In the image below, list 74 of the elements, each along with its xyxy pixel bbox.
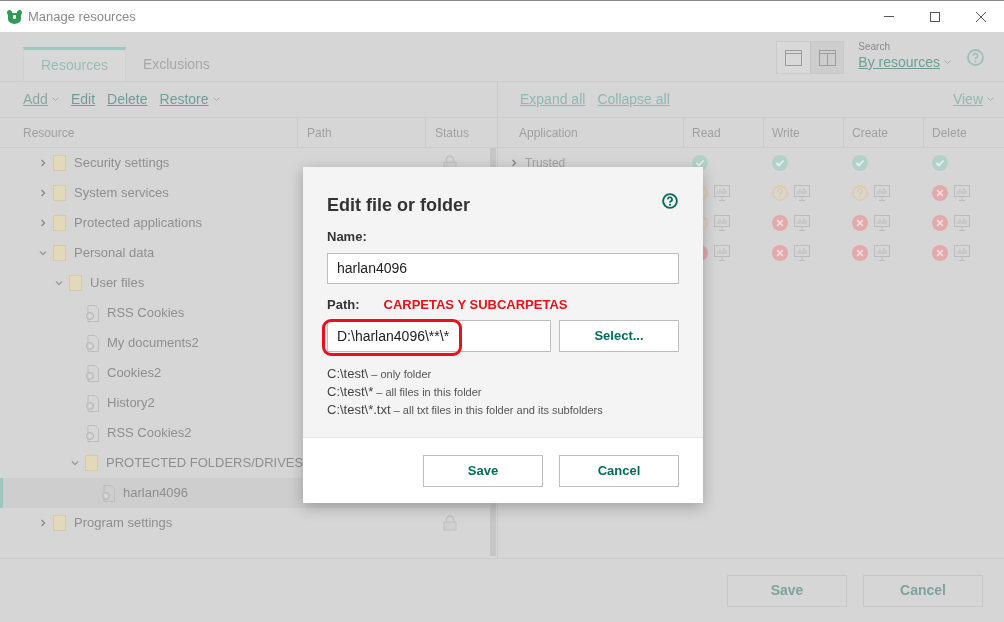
- name-label: Name:: [327, 228, 368, 246]
- tree-item-label: Cookies2: [107, 364, 162, 383]
- name-field[interactable]: harlan4096: [327, 252, 679, 284]
- tree-item-label: Security settings: [74, 154, 170, 173]
- chevron-right-icon[interactable]: [39, 189, 47, 197]
- search-mode-link[interactable]: By resources: [858, 51, 951, 73]
- tree-item-label: User files: [90, 274, 145, 293]
- tree-item-label: RSS Cookies: [107, 304, 185, 323]
- bear-logo-icon: [7, 9, 22, 24]
- gear-file-icon: [85, 364, 99, 382]
- folder-icon: [69, 275, 82, 291]
- chevron-down-icon[interactable]: [39, 249, 47, 257]
- chevron-right-icon[interactable]: [39, 219, 47, 227]
- chevron-down-icon[interactable]: [71, 459, 79, 467]
- window-icon: [785, 49, 803, 66]
- cancel-button[interactable]: Cancel: [863, 574, 983, 607]
- minimize-icon: [884, 16, 894, 17]
- toolbar-link[interactable]: Delete: [107, 89, 148, 110]
- tree-item-label: System services: [74, 184, 169, 203]
- toolbar-link[interactable]: Restore: [159, 89, 220, 110]
- annotation-text: CARPETAS Y SUBCARPETAS: [383, 295, 568, 314]
- gear-file-icon: [85, 334, 99, 352]
- path-label: Path:: [327, 295, 360, 314]
- toolbar-link[interactable]: Edit: [70, 89, 96, 110]
- caret-icon: [987, 97, 994, 102]
- tree-item-label: My documents2: [107, 334, 199, 353]
- path-hint: C:\test\*.txt – all txt files in this folder and its subfolders: [327, 402, 604, 418]
- toolbar-link[interactable]: Expand all: [520, 89, 586, 110]
- folder-icon: [53, 185, 66, 201]
- path-hint: C:\test\* – all files in this folder: [327, 384, 483, 400]
- folder-icon: [53, 515, 66, 531]
- folder-icon: [53, 215, 66, 231]
- folder-icon: [53, 155, 66, 171]
- gear-file-icon: [85, 304, 99, 322]
- caret-icon: [944, 59, 951, 65]
- caret-icon: [51, 97, 59, 102]
- caret-icon: [212, 97, 220, 102]
- split-window-icon: [818, 49, 836, 66]
- tree-item-label: History2: [107, 394, 155, 413]
- folder-icon: [53, 245, 66, 261]
- save-button[interactable]: Save: [423, 454, 543, 487]
- chevron-down-icon[interactable]: [55, 279, 63, 287]
- maximize-icon: [930, 11, 940, 22]
- toolbar-link[interactable]: Collapse all: [597, 89, 670, 110]
- tree-row[interactable]: RSS Cookies2: [0, 418, 490, 448]
- save-button[interactable]: Save: [727, 574, 847, 607]
- path-hint: C:\test\ – only folder: [327, 366, 433, 382]
- path-field[interactable]: D:\harlan4096\**\*: [327, 320, 551, 352]
- close-icon: [976, 11, 986, 22]
- tree-item-label: PROTECTED FOLDERS/DRIVES: [106, 454, 304, 473]
- tree-item-label: Personal data: [74, 244, 155, 263]
- select-button[interactable]: Select...: [559, 320, 679, 352]
- help-icon[interactable]: [662, 192, 678, 209]
- lock-icon: [443, 515, 457, 531]
- tree-item-label: Program settings: [74, 514, 173, 533]
- dialog-title: Edit file or folder: [327, 194, 470, 217]
- gear-file-icon: [101, 484, 115, 502]
- gear-file-icon: [85, 394, 99, 412]
- view-mode-button[interactable]: [810, 42, 844, 73]
- chevron-right-icon[interactable]: [39, 519, 47, 527]
- search-label: Search: [858, 40, 891, 52]
- window-title: Manage resources: [28, 7, 136, 26]
- tree-row[interactable]: Security settings: [0, 148, 490, 178]
- tree-item-label: harlan4096: [123, 484, 189, 503]
- chevron-right-icon[interactable]: [510, 159, 518, 167]
- tab[interactable]: Resources: [23, 47, 126, 81]
- tree-item-label: Protected applications: [74, 214, 202, 233]
- tree-item-label: RSS Cookies2: [107, 424, 192, 443]
- folder-icon: [85, 455, 98, 471]
- chevron-right-icon[interactable]: [39, 159, 47, 167]
- gear-file-icon: [85, 424, 99, 442]
- view-menu-link[interactable]: View: [952, 89, 994, 110]
- cancel-button[interactable]: Cancel: [559, 454, 679, 487]
- tree-row[interactable]: Program settings: [0, 508, 490, 538]
